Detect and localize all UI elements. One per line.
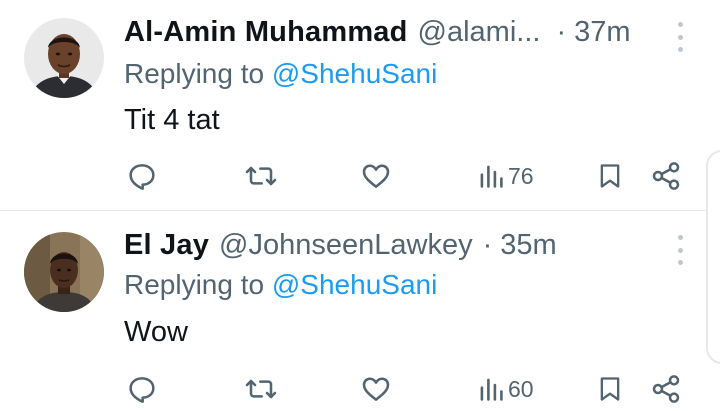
like-button[interactable] xyxy=(360,156,392,196)
more-icon[interactable] xyxy=(668,22,692,52)
avatar[interactable] xyxy=(24,232,104,312)
mention-link[interactable]: @ShehuSani xyxy=(272,269,437,300)
bookmark-icon xyxy=(600,377,620,401)
tweet-header: El Jay @JohnseenLawkey · 35m xyxy=(124,227,557,263)
tweet-header: Al-Amin Muhammad @alami... · 37m xyxy=(124,14,631,50)
tweet[interactable]: Al-Amin Muhammad @alami... · 37m Replyin… xyxy=(0,0,720,210)
more-icon[interactable] xyxy=(668,235,692,265)
replying-prefix: Replying to xyxy=(124,269,272,300)
share-icon xyxy=(652,162,680,190)
retweet-icon xyxy=(245,379,277,399)
avatar-image xyxy=(24,232,104,312)
reply-icon xyxy=(129,377,155,403)
like-icon xyxy=(362,377,390,401)
bookmark-icon xyxy=(600,164,620,188)
user-handle[interactable]: @JohnseenLawkey xyxy=(219,229,473,262)
bookmark-button[interactable] xyxy=(596,369,624,409)
mention-link[interactable]: @ShehuSani xyxy=(272,58,437,89)
action-bar: 60 xyxy=(0,369,720,409)
avatar[interactable] xyxy=(24,18,104,98)
tweet[interactable]: El Jay @JohnseenLawkey · 35m Replying to… xyxy=(0,211,720,411)
action-bar: 76 xyxy=(0,156,720,196)
avatar-image xyxy=(24,18,104,98)
replying-to: Replying to @ShehuSani xyxy=(124,269,437,301)
views-count: 76 xyxy=(508,162,534,189)
share-button[interactable] xyxy=(650,369,682,409)
display-name[interactable]: Al-Amin Muhammad xyxy=(124,16,408,49)
scroll-edge-handle[interactable] xyxy=(706,150,720,364)
replying-prefix: Replying to xyxy=(124,58,272,89)
user-handle[interactable]: @alami... xyxy=(418,16,541,49)
replying-to: Replying to @ShehuSani xyxy=(124,58,437,90)
reply-button[interactable] xyxy=(126,156,158,196)
reply-button[interactable] xyxy=(126,369,158,409)
like-button[interactable] xyxy=(360,369,392,409)
timestamp[interactable]: 37m xyxy=(574,16,630,49)
tweet-text: Tit 4 tat xyxy=(124,104,220,136)
bookmark-button[interactable] xyxy=(596,156,624,196)
retweet-button[interactable] xyxy=(244,369,278,409)
display-name[interactable]: El Jay xyxy=(124,229,209,262)
separator-dot: · xyxy=(556,15,567,48)
views-button[interactable]: 60 xyxy=(478,369,534,409)
views-count: 60 xyxy=(508,375,534,402)
views-icon xyxy=(480,165,503,188)
separator-dot: · xyxy=(482,228,493,261)
views-icon xyxy=(480,378,503,401)
retweet-button[interactable] xyxy=(244,156,278,196)
tweet-text: Wow xyxy=(124,316,188,348)
retweet-icon xyxy=(245,166,277,186)
timestamp[interactable]: 35m xyxy=(500,229,556,262)
like-icon xyxy=(362,164,390,188)
reply-icon xyxy=(129,164,155,190)
share-button[interactable] xyxy=(650,156,682,196)
views-button[interactable]: 76 xyxy=(478,156,534,196)
share-icon xyxy=(652,375,680,403)
